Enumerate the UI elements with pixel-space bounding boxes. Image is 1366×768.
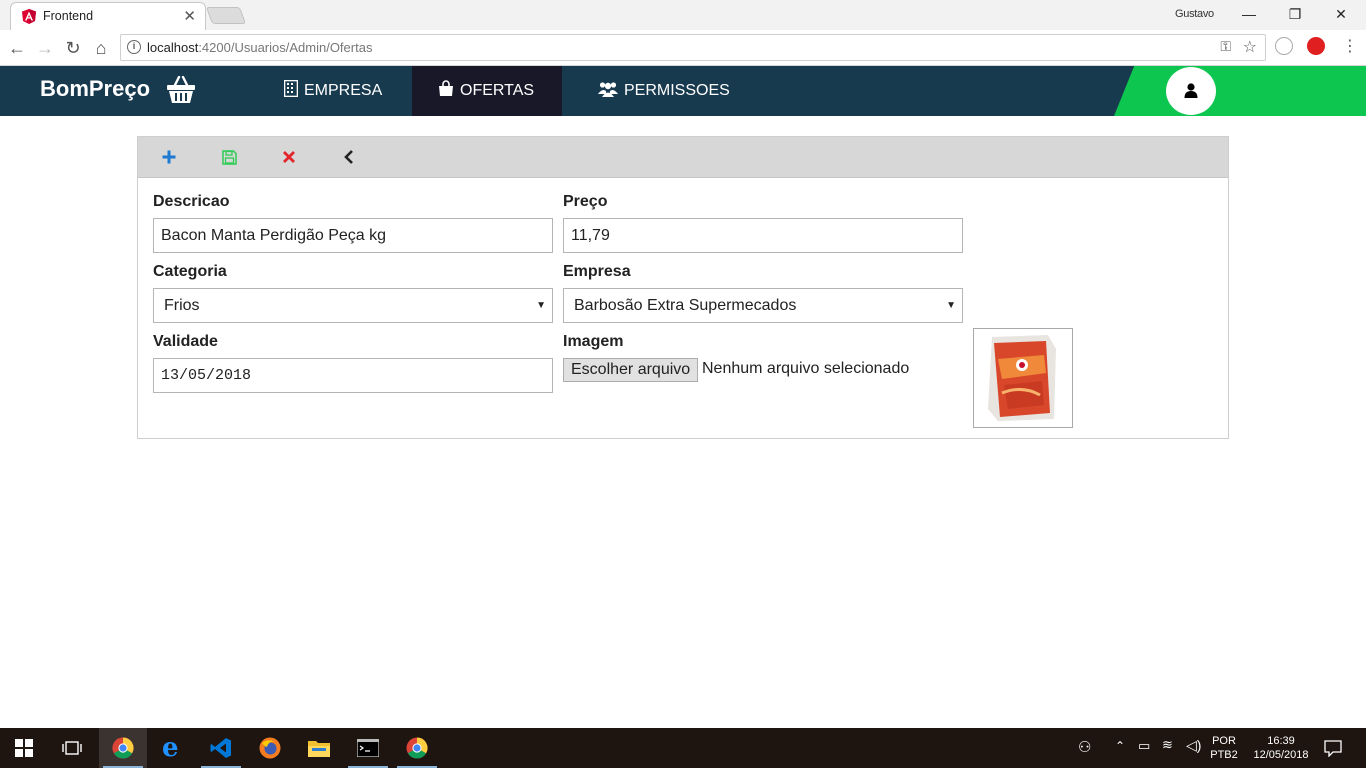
terminal-icon [357,739,379,757]
bookmark-star-icon[interactable]: ☆ [1243,37,1257,57]
tab-strip: Frontend ✕ Gustavo — ❐ ✕ [0,0,1366,30]
nav-item-ofertas[interactable]: OFERTAS [412,66,562,116]
basket-icon [167,76,195,103]
keyboard-layout-text: PTB2 [1210,749,1238,761]
browser-menu-icon[interactable]: ⋮ [1342,36,1358,56]
app-navbar: BomPreço EMPRESA OFERTAS PERMISSOES [0,66,1366,116]
people-icon[interactable]: ⚇ [1078,738,1091,756]
user-avatar-button[interactable] [1166,67,1216,115]
info-icon[interactable]: i [127,40,141,54]
new-tab-button[interactable] [205,7,247,24]
nav-item-label: PERMISSOES [624,82,730,99]
browser-tab[interactable]: Frontend ✕ [10,2,206,30]
windows-taskbar: e ⚇ ⌃ ▭ ≋ ◁) POR PTB2 16:39 12/05/2018 [0,728,1366,768]
clock-time: 16:39 [1267,735,1295,747]
angular-icon [22,9,36,24]
taskbar-chrome-2[interactable] [393,728,441,768]
browser-toolbar: ← → ↻ ⌂ i localhost:4200/Usuarios/Admin/… [0,30,1366,66]
preco-label: Preço [563,193,608,210]
caret-down-icon: ▼ [946,300,956,311]
clock-date: 12/05/2018 [1253,749,1309,761]
user-area-background [1114,66,1366,116]
volume-icon[interactable]: ◁) [1186,737,1201,754]
start-button[interactable] [0,728,48,768]
language-text: POR [1212,735,1236,747]
taskbar-vscode[interactable] [197,728,245,768]
nav-item-empresa[interactable]: EMPRESA [268,66,412,116]
oferta-form-panel: Descricao Bacon Manta Perdigão Peça kg P… [137,136,1229,439]
choose-file-button[interactable]: Escolher arquivo [563,358,699,382]
brand-logo[interactable]: BomPreço [40,76,150,102]
x-icon [283,151,295,163]
shopping-bag-icon [439,80,453,96]
categoria-label: Categoria [153,263,227,280]
floppy-icon [221,150,237,165]
nav-item-label: OFERTAS [460,82,535,99]
minimize-button[interactable]: — [1226,3,1272,27]
descricao-input[interactable]: Bacon Manta Perdigão Peça kg [153,218,553,253]
windows-logo-icon [15,739,33,757]
user-icon [1184,83,1198,98]
imagem-label: Imagem [563,333,624,350]
nav-item-permissoes[interactable]: PERMISSOES [562,66,752,116]
task-view-icon [62,741,82,755]
restore-button[interactable]: ❐ [1272,3,1318,27]
opera-extension-icon[interactable] [1307,37,1325,55]
product-image-thumbnail [973,328,1073,428]
edge-icon: e [162,733,179,763]
task-view-button[interactable] [48,728,96,768]
taskbar-file-explorer[interactable] [295,728,343,768]
chrome-icon [112,737,134,759]
reload-icon[interactable]: ↻ [62,37,84,59]
users-icon [598,82,618,97]
clock[interactable]: 16:39 12/05/2018 [1246,734,1316,762]
empresa-selected: Barbosão Extra Supermecados [574,297,797,314]
validade-label: Validade [153,333,218,350]
bacon-package-image [988,335,1056,421]
tab-title: Frontend [43,9,94,23]
categoria-select[interactable]: Frios ▼ [153,288,553,323]
close-window-button[interactable]: ✕ [1318,3,1364,27]
back-icon[interactable]: ← [6,37,28,59]
save-button[interactable] [219,147,239,167]
add-button[interactable] [159,147,179,167]
chrome-icon [406,737,428,759]
empresa-label: Empresa [563,263,631,280]
home-icon[interactable]: ⌂ [90,37,112,59]
browser-chrome: Frontend ✕ Gustavo — ❐ ✕ ← → ↻ ⌂ i local… [0,0,1366,66]
nav-item-label: EMPRESA [304,82,383,99]
building-icon [284,80,298,97]
notifications-icon[interactable] [1324,740,1342,757]
url-text[interactable]: localhost:4200/Usuarios/Admin/Ofertas [147,40,372,55]
delete-button[interactable] [279,147,299,167]
categoria-selected: Frios [164,297,200,314]
taskbar-terminal[interactable] [344,728,392,768]
key-icon[interactable]: ⚿ [1220,38,1231,55]
plus-icon [162,150,176,164]
preco-input[interactable]: 11,79 [563,218,963,253]
taskbar-chrome-active[interactable] [99,728,147,768]
taskbar-edge[interactable]: e [148,728,196,768]
descricao-label: Descricao [153,193,230,210]
tab-close-icon[interactable]: ✕ [183,7,196,25]
folder-icon [308,741,330,757]
taskbar-firefox[interactable] [246,728,294,768]
tray-expand-icon[interactable]: ⌃ [1115,739,1125,753]
language-indicator[interactable]: POR PTB2 [1208,734,1240,762]
firefox-icon [259,737,281,759]
profile-name[interactable]: Gustavo [1175,8,1214,20]
address-bar[interactable]: i localhost:4200/Usuarios/Admin/Ofertas … [120,34,1266,61]
empresa-select[interactable]: Barbosão Extra Supermecados ▼ [563,288,963,323]
chevron-left-icon [344,150,353,164]
vscode-icon [210,738,231,758]
caret-down-icon: ▼ [536,300,546,311]
form-toolbar [138,137,1228,178]
back-button[interactable] [339,147,359,167]
file-status-text: Nenhum arquivo selecionado [702,360,910,377]
validade-date-input[interactable]: 13/05/2018 [153,358,553,393]
forward-icon[interactable]: → [34,37,56,59]
wifi-icon[interactable]: ≋ [1162,737,1173,753]
battery-icon[interactable]: ▭ [1138,738,1150,754]
extension-icon[interactable] [1275,37,1293,55]
